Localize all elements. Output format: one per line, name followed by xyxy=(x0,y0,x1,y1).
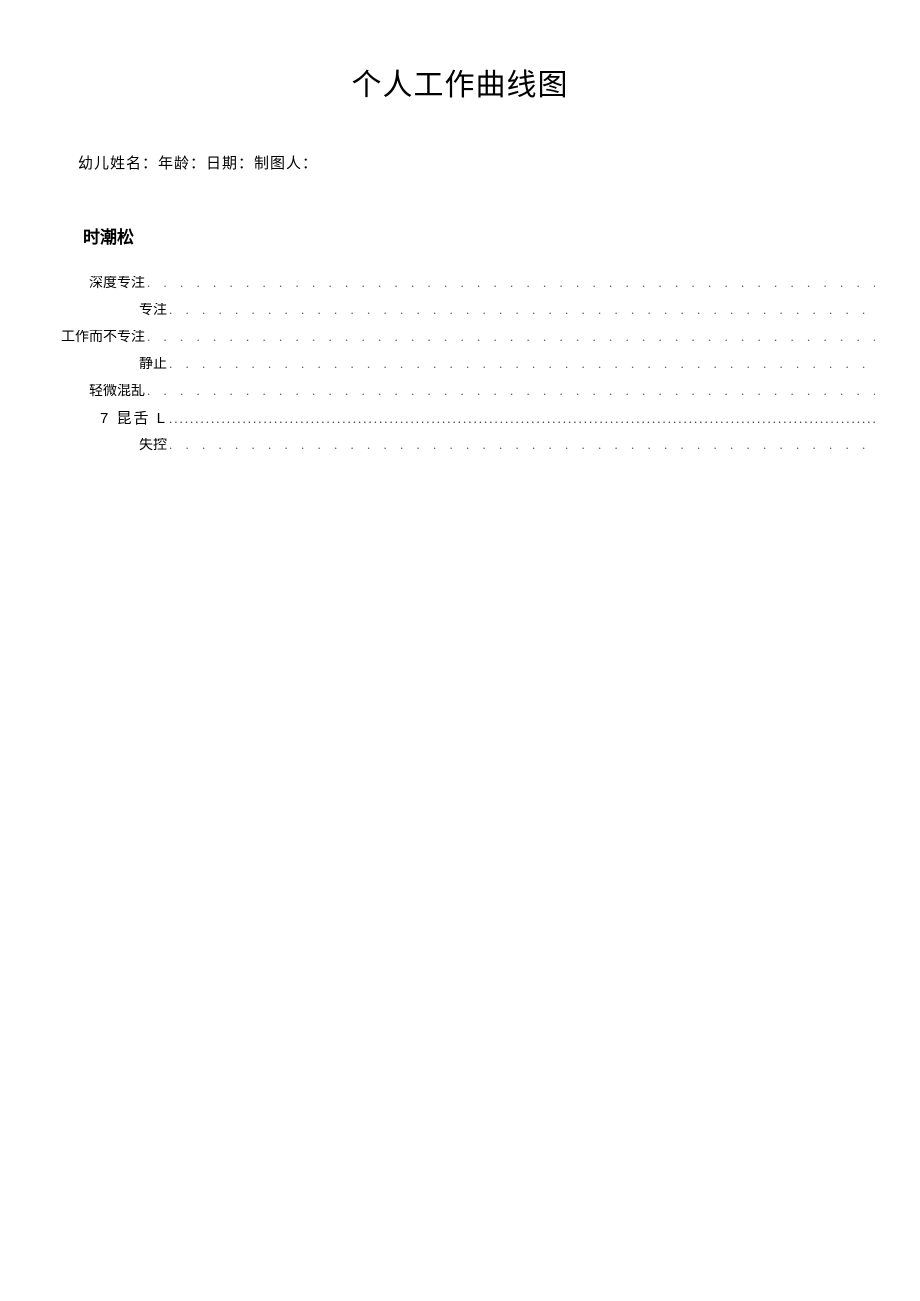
level-row-focus: 专注 . . . . . . . . . . . . . . . . . . .… xyxy=(45,303,875,318)
name-label: 幼儿姓名： xyxy=(78,156,158,172)
document-page: 个人工作曲线图 幼儿姓名：年龄：日期：制图人： 时潮松 深度专注 . . . .… xyxy=(0,0,920,465)
level-row-work-not-focus: 工作而不专注 . . . . . . . . . . . . . . . . .… xyxy=(45,330,875,345)
levels-container: 深度专注 . . . . . . . . . . . . . . . . . .… xyxy=(45,276,875,465)
info-line: 幼儿姓名：年龄：日期：制图人： xyxy=(78,152,875,173)
level-row-confused: 7 昆舌 L .................................… xyxy=(45,411,875,426)
dotted-line: . . . . . . . . . . . . . . . . . . . . … xyxy=(169,438,875,451)
level-label: 失控 xyxy=(45,439,169,453)
level-label: 专注 xyxy=(45,304,169,318)
level-row-mild-disorder: 轻微混乱 . . . . . . . . . . . . . . . . . .… xyxy=(45,384,875,399)
dotted-line: . . . . . . . . . . . . . . . . . . . . … xyxy=(147,276,875,289)
age-label: 年龄： xyxy=(158,156,206,172)
level-label: 工作而不专注 xyxy=(45,331,147,345)
date-label: 日期： xyxy=(206,156,254,172)
level-row-loss-control: 失控 . . . . . . . . . . . . . . . . . . .… xyxy=(45,438,875,453)
level-label: 深度专注 xyxy=(45,277,147,291)
section-label: 时潮松 xyxy=(83,223,875,248)
author-label: 制图人： xyxy=(254,156,318,172)
dotted-line: . . . . . . . . . . . . . . . . . . . . … xyxy=(169,357,875,370)
level-label: 静止 xyxy=(45,358,169,372)
dotted-line: . . . . . . . . . . . . . . . . . . . . … xyxy=(169,303,875,316)
level-label: 轻微混乱 xyxy=(45,385,147,399)
level-label: 7 昆舌 L xyxy=(45,411,169,426)
dotted-line: . . . . . . . . . . . . . . . . . . . . … xyxy=(147,384,875,397)
dotted-line: . . . . . . . . . . . . . . . . . . . . … xyxy=(147,330,875,343)
level-row-deep-focus: 深度专注 . . . . . . . . . . . . . . . . . .… xyxy=(45,276,875,291)
level-row-still: 静止 . . . . . . . . . . . . . . . . . . .… xyxy=(45,357,875,372)
dotted-line: ........................................… xyxy=(169,412,875,425)
page-title: 个人工作曲线图 xyxy=(45,60,875,104)
